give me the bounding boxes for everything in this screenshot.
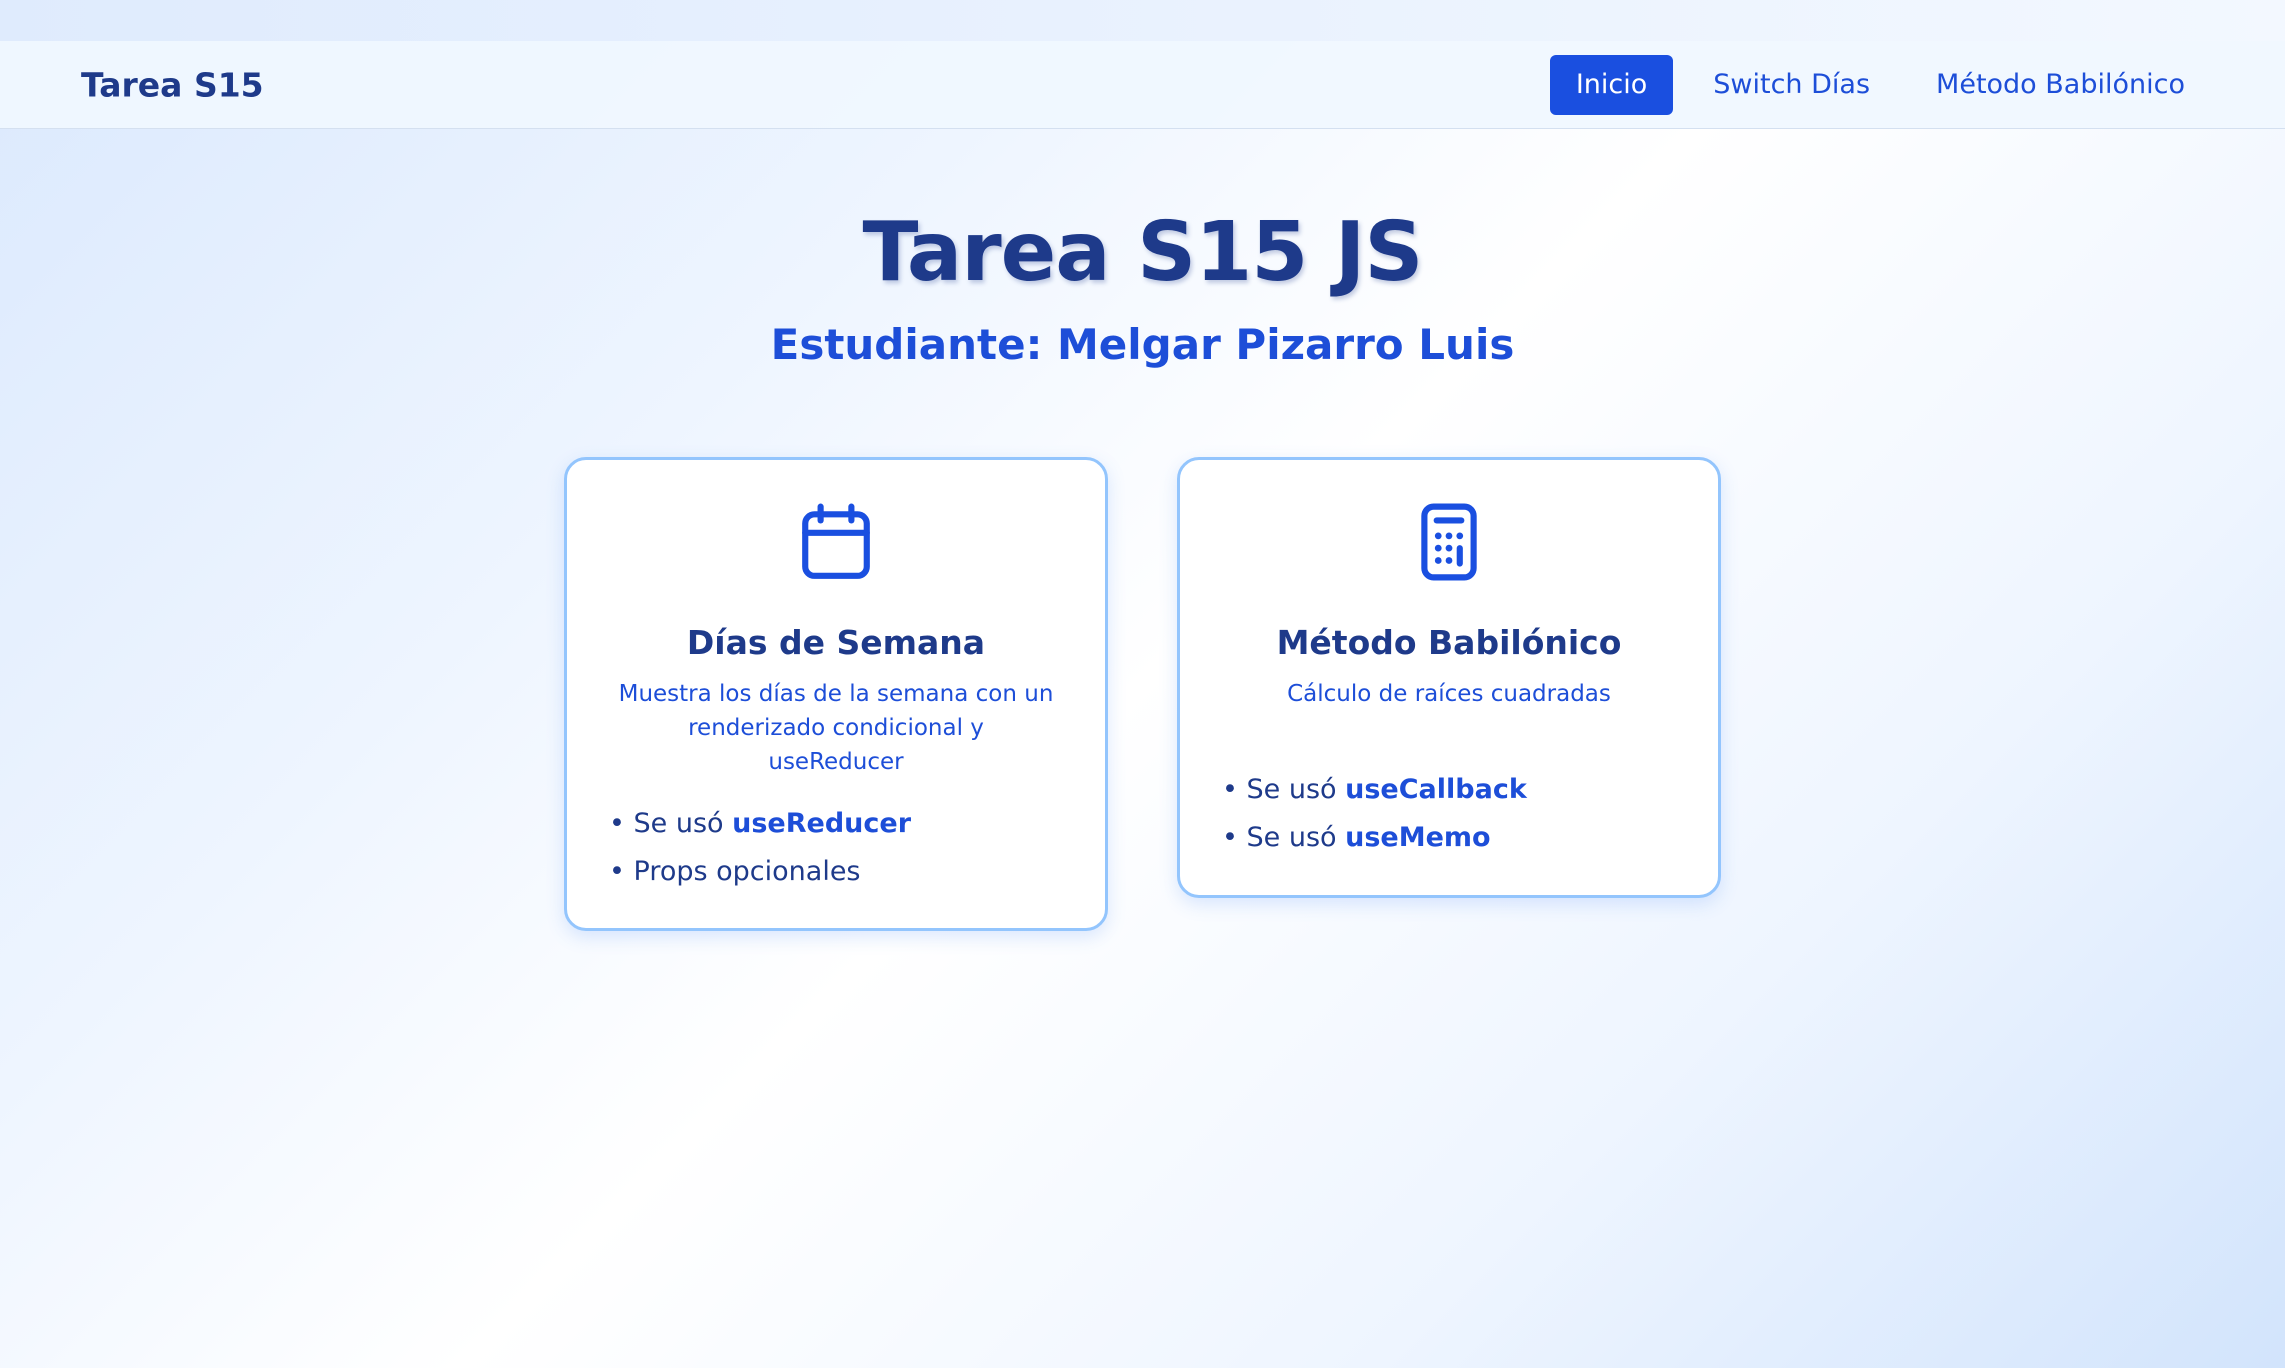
hook-name: useMemo [1345, 822, 1491, 853]
feature-list: • Se usó useCallback • Se usó useMemo [1222, 766, 1527, 862]
list-item: • Se usó useCallback [1222, 766, 1527, 814]
list-item: • Props opcionales [609, 848, 911, 896]
item-text: Se usó [1246, 822, 1346, 853]
bullet: • [1222, 774, 1247, 805]
nav-link-inicio[interactable]: Inicio [1549, 54, 1674, 115]
nav-link-switch-dias[interactable]: Switch Días [1687, 55, 1896, 115]
navbar: Tarea S15 Inicio Switch Días Método Babi… [0, 41, 2285, 129]
top-strip [0, 0, 2285, 41]
page-title: Tarea S15 JS [862, 205, 1424, 300]
item-text: Se usó [633, 808, 733, 839]
list-item: • Se usó useReducer [609, 800, 911, 848]
bullet: • [609, 856, 634, 887]
hook-name: useReducer [732, 808, 912, 839]
nav-link-metodo-babilonico[interactable]: Método Babilónico [1910, 55, 2211, 115]
student-subtitle: Estudiante: Melgar Pizarro Luis [770, 320, 1515, 369]
card-metodo-babilonico[interactable]: Método Babilónico Cálculo de raíces cuad… [1177, 457, 1721, 898]
card-description: Cálculo de raíces cuadradas [1287, 681, 1611, 707]
calculator-icon [1421, 503, 1477, 581]
item-text: Props opcionales [633, 856, 861, 887]
item-text: Se usó [1246, 774, 1346, 805]
card-title: Días de Semana [686, 623, 986, 662]
hook-name: useCallback [1345, 774, 1527, 805]
nav-links: Inicio Switch Días Método Babilónico [1549, 54, 2211, 115]
feature-list: • Se usó useReducer • Props opcionales [609, 800, 911, 896]
card-description: Muestra los días de la semana con un ren… [618, 681, 1054, 775]
card-title: Método Babilónico [1276, 623, 1622, 662]
brand-logo[interactable]: Tarea S15 [81, 65, 264, 104]
calendar-icon [802, 503, 870, 579]
list-item: • Se usó useMemo [1222, 814, 1527, 862]
bullet: • [1222, 822, 1247, 853]
card-dias-semana[interactable]: Días de Semana Muestra los días de la se… [564, 457, 1108, 931]
bullet: • [609, 808, 634, 839]
